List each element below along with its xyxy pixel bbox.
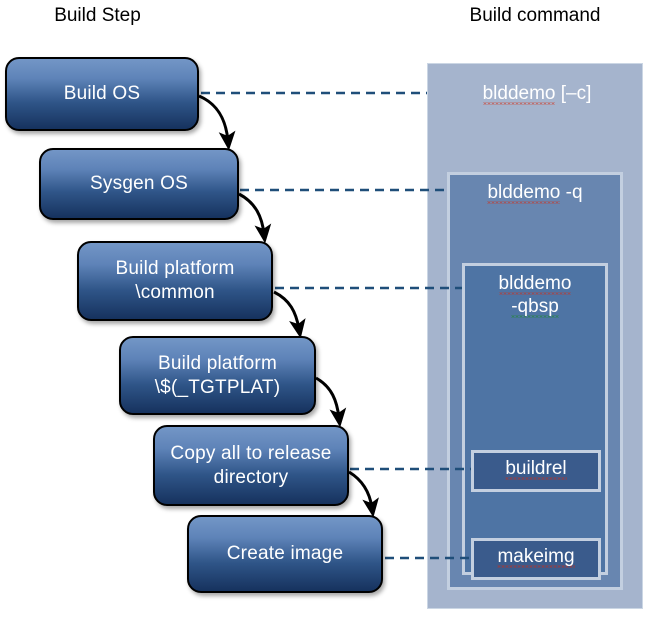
arrow-build-common-to-build-tgtplat bbox=[273, 290, 306, 339]
step-box-copy-all-to-release[interactable]: Copy all to release directory bbox=[153, 425, 349, 506]
step-label-build-platform-tgtplat: Build platform \$(_TGTPLAT) bbox=[154, 352, 281, 398]
step-label-build-os: Build OS bbox=[63, 83, 141, 105]
step-label-build-platform-common: Build platform \common bbox=[115, 258, 235, 303]
arrow-build-tgtplat-to-copy-release bbox=[315, 376, 347, 428]
diagram-canvas: Build Step Build command Build OS Sysgen… bbox=[0, 0, 657, 632]
arrow-sysgen-os-to-build-common bbox=[238, 192, 272, 244]
command-label-blddemo-c: blddemo [–c] bbox=[482, 83, 592, 104]
step-box-build-os[interactable]: Build OS bbox=[5, 57, 199, 131]
column-header-build-command: Build command bbox=[469, 5, 601, 26]
step-label-copy-all-to-release: Copy all to release directory bbox=[170, 442, 332, 488]
command-label-makeimg: makeimg bbox=[497, 546, 575, 567]
step-label-sysgen-os: Sysgen OS bbox=[90, 173, 188, 195]
arrow-copy-release-to-create-image bbox=[348, 470, 379, 518]
step-box-sysgen-os[interactable]: Sysgen OS bbox=[39, 148, 239, 220]
arrow-build-os-to-sysgen-os bbox=[198, 94, 236, 151]
command-label-blddemo-q: blddemo -q bbox=[487, 182, 583, 203]
step-box-build-platform-tgtplat[interactable]: Build platform \$(_TGTPLAT) bbox=[119, 336, 316, 415]
command-label-blddemo-qbsp: blddemo -qbsp bbox=[498, 273, 572, 317]
step-box-create-image[interactable]: Create image bbox=[187, 515, 383, 593]
step-label-create-image: Create image bbox=[226, 543, 344, 565]
column-header-build-step: Build Step bbox=[54, 5, 141, 26]
step-box-build-platform-common[interactable]: Build platform \common bbox=[77, 241, 273, 321]
command-label-buildrel: buildrel bbox=[505, 458, 567, 479]
